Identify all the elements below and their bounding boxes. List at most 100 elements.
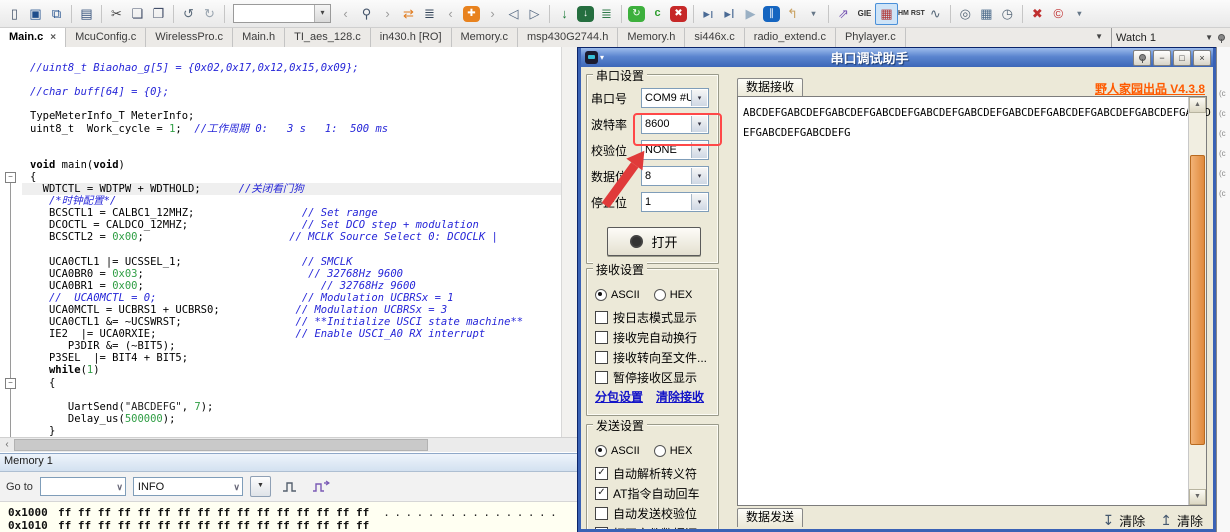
goto-address-combo[interactable]: ∨	[39, 477, 126, 496]
copy-icon[interactable]: ❏	[127, 4, 148, 24]
make-icon[interactable]: ↻	[628, 5, 645, 22]
close-button[interactable]: ×	[1193, 49, 1211, 66]
pin-icon[interactable]	[1217, 33, 1226, 43]
new-file-icon[interactable]: ▯	[4, 4, 25, 24]
tab-overflow-icon[interactable]: ▼	[1087, 28, 1111, 47]
break-icon[interactable]: ∥	[763, 5, 780, 22]
compile-icon[interactable]: c	[647, 4, 668, 24]
memory-options-button[interactable]: ▼	[249, 476, 271, 497]
next-bookmark-icon[interactable]: ›	[482, 4, 503, 24]
live-update-icon[interactable]	[278, 477, 302, 497]
code-editor[interactable]: − − //uint8_t Biaohao_g[5] = {0x02,0x17,0…	[0, 47, 578, 453]
app-icon[interactable]	[585, 51, 598, 64]
receive-data-tab[interactable]: 数据接收	[737, 78, 803, 97]
chevron-down-icon[interactable]: ▾	[691, 194, 707, 210]
parse-escape-checkbox[interactable]: ✓ 自动解析转义符	[595, 463, 716, 483]
chevron-down-icon[interactable]: ▼	[1205, 33, 1213, 42]
stop-build-icon[interactable]: ✖	[670, 5, 687, 22]
previous-file-icon[interactable]: ◁	[503, 4, 524, 24]
clear-receive-link[interactable]: 清除接收	[656, 388, 704, 405]
cpu-core-icon[interactable]: ◎	[955, 4, 976, 24]
debug-without-download-icon[interactable]: ≣	[596, 4, 617, 24]
scroll-down-icon[interactable]: ▼	[1189, 489, 1206, 505]
chevron-down-icon[interactable]: ∨	[116, 478, 123, 496]
goto-definition-icon[interactable]: ≣	[419, 4, 440, 24]
port-select[interactable]: COM9 #US▾	[641, 88, 709, 108]
scrollbar-thumb[interactable]	[14, 439, 428, 451]
tab-memory-h[interactable]: Memory.h	[618, 28, 686, 47]
clear-send-button[interactable]: 清除	[1177, 511, 1203, 529]
chevron-down-icon[interactable]: ▾	[691, 168, 707, 184]
quick-search-combo[interactable]: ▾	[233, 4, 331, 23]
clear-send-icon[interactable]: ↥	[1160, 512, 1172, 529]
tab-wirelesspro-c[interactable]: WirelessPro.c	[146, 28, 234, 47]
save-icon[interactable]: ▣	[25, 4, 46, 24]
chevron-down-icon[interactable]: ▾	[691, 90, 707, 106]
scroll-left-icon[interactable]: ‹	[0, 438, 14, 452]
save-all-icon[interactable]: ⧉	[46, 4, 67, 24]
toggle-bookmark-icon[interactable]: ✚	[463, 5, 480, 22]
receive-scrollbar[interactable]: ▲ ▼	[1188, 97, 1206, 505]
auto-checksum-checkbox[interactable]: 自动发送校验位	[595, 503, 716, 523]
clear-receive-icon[interactable]: ↧	[1103, 512, 1115, 529]
hm-rst-icon[interactable]: HM RST	[898, 4, 925, 24]
undo-icon[interactable]: ↺	[178, 4, 199, 24]
cut-icon[interactable]: ✂	[106, 4, 127, 24]
download-and-debug-icon[interactable]: ↓	[577, 5, 594, 22]
find-previous-icon[interactable]: ‹	[335, 4, 356, 24]
tab-in430-h-ro[interactable]: in430.h [RO]	[371, 28, 452, 47]
previous-bookmark-icon[interactable]: ‹	[440, 4, 461, 24]
pause-display-checkbox[interactable]: 暂停接收区显示	[595, 367, 716, 387]
timeline-icon[interactable]: ◷	[997, 4, 1018, 24]
tab-si446x-c[interactable]: si446x.c	[685, 28, 745, 47]
tab-memory-c[interactable]: Memory.c	[452, 28, 518, 47]
clear-receive-button[interactable]: 清除	[1119, 511, 1145, 529]
chevron-down-icon[interactable]: ▾	[314, 5, 330, 22]
tab-msp430g2744-h[interactable]: msp430G2744.h	[518, 28, 619, 47]
reset-options-icon[interactable]: ▾	[803, 4, 824, 24]
step-over-icon[interactable]: ▸I	[719, 4, 740, 24]
reset-icon[interactable]: ↰	[782, 4, 803, 24]
redo-icon[interactable]: ↻	[199, 4, 220, 24]
packet-settings-link[interactable]: 分包设置	[595, 388, 643, 405]
step-into-icon[interactable]: ▸ı	[698, 4, 719, 24]
chevron-down-icon[interactable]: ▾	[600, 53, 604, 62]
close-tab-icon[interactable]: ×	[50, 32, 56, 43]
interrupt-log-icon[interactable]: ▦	[875, 2, 898, 25]
minimize-button[interactable]: −	[1153, 49, 1171, 66]
tab-mcuconfig-c[interactable]: McuConfig.c	[66, 28, 147, 47]
tab-main-c[interactable]: Main.c ×	[0, 28, 67, 47]
redirect-to-file-checkbox[interactable]: 接收转向至文件...	[595, 347, 716, 367]
search-icon[interactable]: ⚲	[356, 4, 377, 24]
file-data-source-checkbox[interactable]: 打开文件数据源	[595, 523, 716, 529]
navigate-swap-icon[interactable]: ⇄	[398, 4, 419, 24]
power-log-icon[interactable]: ∿	[925, 4, 946, 24]
databits-select[interactable]: 8 ▾	[641, 166, 709, 186]
scroll-up-icon[interactable]: ▲	[1189, 97, 1206, 113]
tab-radio-extend-c[interactable]: radio_extend.c	[745, 28, 836, 47]
run-icon[interactable]: ▶	[740, 4, 761, 24]
send-data-tab[interactable]: 数据发送	[737, 508, 803, 527]
pin-button[interactable]	[1133, 49, 1151, 66]
auto-newline-checkbox[interactable]: 接收完自动换行	[595, 327, 716, 347]
open-port-button[interactable]: 打开	[607, 227, 701, 256]
gie-toggle-icon[interactable]: GIE	[854, 4, 875, 24]
memory-zone-combo[interactable]: INFO ∨	[132, 477, 243, 496]
register-window-icon[interactable]: ▦	[976, 4, 997, 24]
tab-phylayer-c[interactable]: Phylayer.c	[836, 28, 906, 47]
log-mode-checkbox[interactable]: 按日志模式显示	[595, 307, 716, 327]
stopbits-select[interactable]: 1 ▾	[641, 192, 709, 212]
memory-trace-icon[interactable]	[309, 477, 333, 497]
clear-breakpoints-icon[interactable]: ✖	[1027, 4, 1048, 24]
next-file-icon[interactable]: ▷	[524, 4, 545, 24]
brand-link[interactable]: 野人家园出品 V4.3.8	[1095, 80, 1205, 97]
ascii-radio[interactable]: ASCII	[595, 445, 640, 457]
maximize-button[interactable]: □	[1173, 49, 1191, 66]
download-icon[interactable]: ↓	[554, 4, 575, 24]
fold-collapse-icon[interactable]: −	[5, 172, 16, 183]
chevron-down-icon[interactable]: ∨	[233, 478, 240, 496]
profiling-icon[interactable]: ⇗	[833, 4, 854, 24]
at-auto-enter-checkbox[interactable]: ✓ AT指令自动回车	[595, 483, 716, 503]
toolbar-overflow-icon[interactable]: ▾	[1069, 4, 1090, 24]
print-icon[interactable]: ▤	[76, 4, 97, 24]
